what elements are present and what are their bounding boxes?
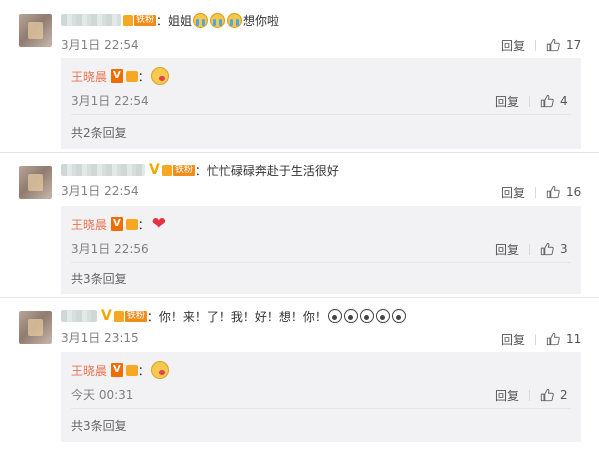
verified-badge: V xyxy=(101,308,112,324)
wailing-face-emoji-icon xyxy=(359,309,374,323)
comment-text: ：姐姐 xyxy=(156,13,193,28)
thumbs-up-icon[interactable] xyxy=(546,332,560,346)
wailing-face-emoji-icon xyxy=(391,309,406,323)
comment-actions: 回复 17 xyxy=(501,37,581,53)
username-blurred[interactable] xyxy=(61,14,121,26)
wailing-face-emoji-icon xyxy=(327,309,342,323)
comment-thread: 铁粉 ：姐姐 想你啦 3月1日 22:54 回复 17 王晓晨 V ： 3月1日 xyxy=(0,0,599,152)
like-count: 17 xyxy=(566,38,582,52)
username-blurred[interactable] xyxy=(61,310,97,322)
reply-author-name[interactable]: 王晓晨 xyxy=(71,68,107,85)
verified-badge: V xyxy=(111,69,123,83)
avatar[interactable] xyxy=(19,311,52,344)
like-count: 2 xyxy=(560,388,568,402)
red-heart-emoji-icon: ❤ xyxy=(151,214,167,234)
reply-button[interactable]: 回复 xyxy=(495,93,519,110)
thumbs-up-icon[interactable] xyxy=(540,242,554,256)
thumbs-up-icon[interactable] xyxy=(540,94,554,108)
thumbs-up-icon[interactable] xyxy=(540,388,554,402)
reply-button[interactable]: 回复 xyxy=(495,387,519,404)
reply-button[interactable]: 回复 xyxy=(501,331,525,348)
reply-button[interactable]: 回复 xyxy=(495,241,519,258)
more-replies-link[interactable]: 共3条回复 xyxy=(71,417,127,434)
like-count: 16 xyxy=(566,185,582,199)
reply-time: 今天 00:31 xyxy=(71,388,134,402)
kissing-face-emoji-icon xyxy=(150,67,169,85)
crying-face-emoji-icon xyxy=(193,12,209,28)
crown-icon xyxy=(123,14,133,26)
reply-box: 王晓晨 V ： 3月1日 22:54 回复 4 共2条回复 xyxy=(61,58,581,149)
more-replies-link[interactable]: 共2条回复 xyxy=(71,124,127,141)
username-blurred[interactable] xyxy=(61,164,145,176)
verified-badge: V xyxy=(111,363,123,377)
comment-actions: 回复 11 xyxy=(501,331,581,347)
comment-text: ：你！来！了！我！好！想！你！ xyxy=(146,309,327,324)
avatar[interactable] xyxy=(19,166,52,199)
reply-author-name[interactable]: 王晓晨 xyxy=(71,362,107,379)
fan-badge: 铁粉 xyxy=(113,310,147,323)
reply-box: 王晓晨 V ： 今天 00:31 回复 2 共3条回复 xyxy=(61,352,581,442)
crying-face-emoji-icon xyxy=(210,12,226,28)
more-replies-link[interactable]: 共3条回复 xyxy=(71,270,127,287)
comment-time: 3月1日 22:54 xyxy=(61,38,139,52)
reply-time: 3月1日 22:54 xyxy=(71,94,149,108)
comment-actions: 回复 16 xyxy=(501,184,581,200)
verified-badge: V xyxy=(149,162,160,178)
wailing-face-emoji-icon xyxy=(343,309,358,323)
thumbs-up-icon[interactable] xyxy=(546,185,560,199)
avatar[interactable] xyxy=(19,14,52,47)
reply-button[interactable]: 回复 xyxy=(501,37,525,54)
crown-icon xyxy=(125,364,138,376)
comment-time: 3月1日 23:15 xyxy=(61,331,139,345)
comment-thread: V 铁粉 ：忙忙碌碌奔赴于生活很好 3月1日 22:54 回复 16 王晓晨 V… xyxy=(0,152,599,297)
kissing-face-emoji-icon xyxy=(150,361,169,379)
thumbs-up-icon[interactable] xyxy=(546,38,560,52)
fan-badge: 铁粉 xyxy=(161,164,195,177)
comment-thread: V 铁粉 ：你！来！了！我！好！想！你！ 3月1日 23:15 回复 11 王晓… xyxy=(0,297,599,456)
reply-box: 王晓晨 V ： ❤ 3月1日 22:56 回复 3 共3条回复 xyxy=(61,206,581,294)
crown-icon xyxy=(113,310,124,322)
verified-badge: V xyxy=(111,217,123,231)
reply-author-name[interactable]: 王晓晨 xyxy=(71,216,107,233)
reply-time: 3月1日 22:56 xyxy=(71,242,149,256)
reply-button[interactable]: 回复 xyxy=(501,184,525,201)
like-count: 4 xyxy=(560,94,568,108)
crown-icon xyxy=(125,218,138,230)
wailing-face-emoji-icon xyxy=(375,309,390,323)
like-count: 11 xyxy=(566,332,582,346)
crying-face-emoji-icon xyxy=(227,12,243,28)
crown-icon xyxy=(125,70,138,82)
comment-time: 3月1日 22:54 xyxy=(61,184,139,198)
like-count: 3 xyxy=(560,242,568,256)
crown-icon xyxy=(161,164,172,176)
comment-text: ：忙忙碌碌奔赴于生活很好 xyxy=(194,163,339,178)
comment-text-tail: 想你啦 xyxy=(243,13,280,28)
fan-badge: 铁粉 xyxy=(123,14,157,27)
